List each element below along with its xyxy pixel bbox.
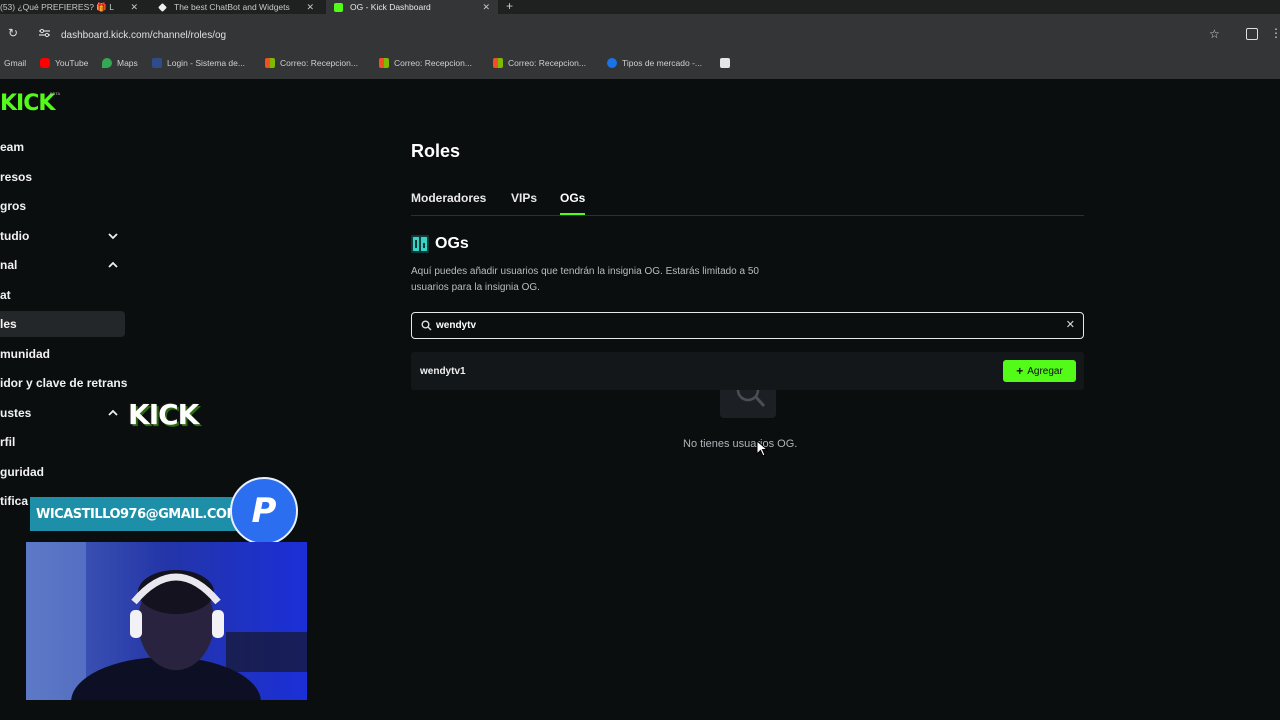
app-icon — [720, 58, 730, 68]
og-badge-icon — [411, 235, 429, 253]
close-icon[interactable]: ✕ — [306, 0, 314, 14]
bookmark-youtube[interactable]: YouTube — [40, 58, 88, 68]
empty-state-text: No tienes usuarios OG. — [683, 438, 798, 450]
bookmark-app[interactable] — [720, 58, 735, 68]
add-og-button[interactable]: + Agregar — [1003, 360, 1076, 382]
email-banner: WICASTILLO976@GMAIL.COM — [30, 497, 240, 531]
microsoft-icon — [265, 58, 275, 68]
tab-moderadores[interactable]: Moderadores — [411, 191, 486, 205]
browser-tab-active[interactable]: OG - Kick Dashboard ✕ — [326, 0, 498, 14]
sidebar-item-roles[interactable]: les — [0, 311, 125, 337]
reload-icon[interactable]: ↻ — [8, 27, 18, 39]
bookmark-correo-3[interactable]: Correo: Recepcion... — [493, 58, 586, 68]
url-field[interactable]: dashboard.kick.com/channel/roles/og — [61, 30, 226, 41]
section-title: OGs — [435, 235, 469, 252]
sidebar-item-comunidad[interactable]: munidad — [0, 341, 125, 367]
new-tab-icon[interactable]: + — [506, 0, 513, 13]
site-icon — [152, 58, 162, 68]
bookmarks-bar: Gmail YouTube Maps Login - Sistema de...… — [0, 51, 1280, 79]
search-box: ✕ — [411, 312, 1084, 339]
browser-tab[interactable]: The best ChatBot and Widgets ✕ — [158, 0, 318, 14]
chevron-up-icon[interactable] — [107, 407, 119, 419]
tab-ogs[interactable]: OGs — [560, 191, 585, 205]
microsoft-icon — [493, 58, 503, 68]
extensions-icon[interactable] — [1246, 28, 1258, 40]
sidebar-item-perfil[interactable]: rfil — [0, 429, 125, 455]
empty-state-search-icon — [720, 389, 776, 418]
webcam-image — [26, 542, 307, 700]
sidebar-item-team[interactable]: eam — [0, 134, 125, 160]
browser-tab[interactable]: (53) ¿Qué PREFIERES? 🎁 L ✕ — [0, 0, 142, 14]
bookmark-maps[interactable]: Maps — [102, 58, 138, 68]
address-bar-row: ↻ dashboard.kick.com/channel/roles/og ☆ … — [0, 14, 1280, 51]
mouse-cursor-icon — [756, 440, 768, 457]
sidebar-item-chat[interactable]: at — [0, 282, 125, 308]
sidebar-item-seguridad[interactable]: guridad — [0, 459, 125, 485]
site-info-icon[interactable] — [39, 28, 50, 38]
chevron-up-icon[interactable] — [107, 259, 119, 271]
maps-icon — [102, 58, 112, 68]
search-icon — [421, 320, 432, 331]
menu-icon[interactable]: ⋮ — [1270, 26, 1280, 40]
close-icon[interactable]: ✕ — [130, 0, 138, 14]
tab-title: OG - Kick Dashboard — [350, 2, 431, 12]
browser-tab-strip: (53) ¿Qué PREFIERES? 🎁 L ✕ The best Chat… — [0, 0, 1280, 14]
result-username: wendytv1 — [420, 366, 466, 377]
tab-title: The best ChatBot and Widgets — [174, 2, 290, 12]
paypal-icon: P — [230, 477, 298, 545]
bookmark-correo-2[interactable]: Correo: Recepcion... — [379, 58, 472, 68]
active-tab-indicator — [560, 213, 585, 215]
bookmark-tipos-mercado[interactable]: Tipos de mercado -... — [607, 58, 702, 68]
sidebar-item-canal[interactable]: nal — [0, 252, 125, 278]
site-icon — [607, 58, 617, 68]
bookmark-star-icon[interactable]: ☆ — [1209, 28, 1220, 40]
section-description: Aquí puedes añadir usuarios que tendrán … — [411, 266, 759, 293]
youtube-icon — [40, 58, 50, 68]
bookmark-correo-1[interactable]: Correo: Recepcion... — [265, 58, 358, 68]
sidebar-item-servidor[interactable]: idor y clave de retrans — [0, 370, 130, 396]
close-icon[interactable]: ✕ — [482, 0, 490, 14]
sidebar-item-ingresos[interactable]: resos — [0, 164, 125, 190]
section-header: OGs — [411, 235, 469, 253]
kick-logo[interactable]: KICK BETA — [0, 91, 60, 116]
roles-tabs: Moderadores VIPs OGs — [411, 189, 1084, 216]
chevron-down-icon[interactable] — [107, 230, 119, 242]
clear-search-icon[interactable]: ✕ — [1066, 318, 1075, 332]
search-input[interactable] — [436, 317, 1036, 334]
sidebar-item-ajustes[interactable]: ustes — [0, 400, 125, 426]
kick-overlay-logo: KICK — [128, 398, 199, 431]
microsoft-icon — [379, 58, 389, 68]
page-title: Roles — [411, 141, 461, 161]
tab-title: (53) ¿Qué PREFIERES? 🎁 L — [0, 1, 115, 12]
plus-icon: + — [1016, 364, 1024, 378]
favicon-icon — [158, 2, 167, 12]
webcam-feed — [26, 542, 307, 700]
tab-vips[interactable]: VIPs — [511, 191, 537, 205]
sidebar-item-estudio[interactable]: tudio — [0, 223, 125, 249]
bookmark-gmail[interactable]: Gmail — [4, 58, 26, 68]
kick-favicon-icon — [334, 2, 343, 12]
bookmark-login[interactable]: Login - Sistema de... — [152, 58, 245, 68]
sidebar-item-logros[interactable]: gros — [0, 193, 125, 219]
search-result-row[interactable]: wendytv1 + Agregar — [411, 352, 1084, 390]
